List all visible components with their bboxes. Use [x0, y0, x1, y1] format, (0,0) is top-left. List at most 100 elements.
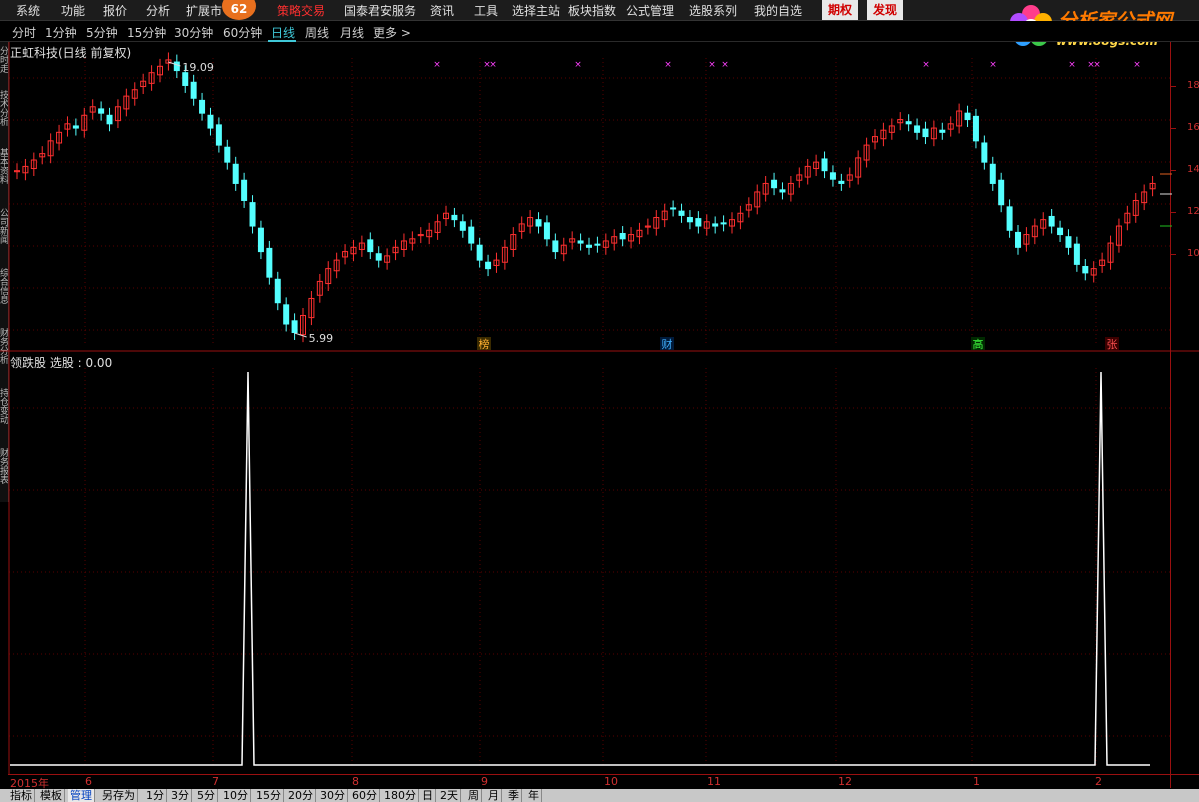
event-x-marker: ×	[1068, 60, 1076, 70]
candle-down	[249, 202, 256, 227]
signal-line	[10, 371, 1150, 766]
btn-180min[interactable]: 180分	[382, 789, 419, 802]
candle-down	[619, 232, 626, 240]
candle-down	[686, 217, 693, 223]
candle-down	[459, 221, 466, 231]
btn-2day[interactable]: 2天	[438, 789, 461, 802]
candle-down	[821, 158, 828, 172]
date-label-11: 11	[707, 775, 721, 788]
event-x-marker: ×	[433, 60, 441, 70]
event-x-marker: ×	[1093, 60, 1101, 70]
btn-60min[interactable]: 60分	[350, 789, 380, 802]
bottom-toolbar: 指标 模板 管理 另存为 1分 3分 5分 10分 15分 20分 30分 60…	[0, 789, 1199, 802]
candle-down	[207, 114, 214, 129]
candle-down	[476, 244, 483, 261]
candle-down	[1006, 206, 1013, 231]
candle-down	[257, 227, 264, 253]
candle-down	[972, 115, 979, 142]
candle-down	[266, 247, 273, 278]
candle-down	[451, 214, 458, 221]
event-x-marker: ×	[721, 60, 729, 70]
candle-down	[939, 129, 946, 133]
event-x-marker: ×	[664, 60, 672, 70]
candle-down	[922, 128, 929, 138]
candle-down	[771, 179, 778, 189]
btn-manage[interactable]: 管理	[68, 789, 95, 802]
event-x-marker: ×	[922, 60, 930, 70]
candle-down	[199, 99, 206, 114]
candle-down	[535, 219, 542, 227]
candle-down	[1048, 215, 1055, 227]
candle-down	[215, 124, 222, 146]
candle-down	[838, 180, 845, 184]
candle-down	[964, 112, 971, 121]
date-axis: 2015年 6 7 8 9 10 11 12 1 2	[8, 774, 1199, 790]
candle-down	[779, 189, 786, 193]
price-high-label: 19.09	[182, 61, 214, 74]
btn-10min[interactable]: 10分	[221, 789, 251, 802]
candle-down	[291, 320, 298, 334]
candle-down	[182, 72, 189, 86]
btn-15min[interactable]: 15分	[254, 789, 284, 802]
candle-down	[190, 81, 197, 99]
candle-down	[106, 114, 113, 125]
btn-month[interactable]: 月	[486, 789, 502, 802]
price-low-label: 5.99	[309, 332, 334, 345]
candle-down	[981, 142, 988, 163]
date-label-1: 1	[973, 775, 980, 788]
btn-year[interactable]: 年	[526, 789, 542, 802]
candle-down	[224, 146, 231, 163]
candle-down	[577, 240, 584, 244]
candle-down	[829, 172, 836, 180]
candle-down	[720, 222, 727, 225]
candle-down	[1057, 227, 1064, 236]
candle-down	[232, 163, 239, 184]
candle-down	[1065, 236, 1072, 248]
candle-down	[1082, 266, 1089, 274]
candle-down	[173, 61, 180, 72]
btn-indicator[interactable]: 指标	[8, 789, 35, 802]
btn-3min[interactable]: 3分	[169, 789, 192, 802]
btn-30min[interactable]: 30分	[318, 789, 348, 802]
date-label-7: 7	[212, 775, 219, 788]
candle-down	[552, 240, 559, 253]
candle-down	[485, 261, 492, 270]
event-x-marker: ×	[708, 60, 716, 70]
candle-down	[905, 121, 912, 125]
btn-1min[interactable]: 1分	[144, 789, 167, 802]
btn-20min[interactable]: 20分	[286, 789, 316, 802]
candle-down	[586, 244, 592, 248]
date-label-10: 10	[604, 775, 618, 788]
btn-save-as[interactable]: 另存为	[100, 789, 138, 802]
candle-down	[375, 253, 382, 261]
candle-down	[1015, 231, 1021, 248]
candle-down	[712, 223, 719, 227]
event-marker-3: 张	[1107, 338, 1118, 351]
event-x-marker: ×	[489, 60, 497, 70]
event-marker-2: 高	[973, 337, 984, 351]
event-x-marker: ×	[989, 60, 997, 70]
btn-day[interactable]: 日	[420, 789, 436, 802]
event-marker-0: 榜	[479, 337, 490, 351]
btn-5min[interactable]: 5分	[195, 789, 218, 802]
candle-down	[670, 207, 677, 210]
btn-quarter[interactable]: 季	[506, 789, 522, 802]
date-label-6: 6	[85, 775, 92, 788]
event-x-marker: ×	[574, 60, 582, 70]
candle-down	[1073, 243, 1080, 265]
event-marker-1: 财	[662, 337, 673, 351]
btn-template[interactable]: 模板	[38, 789, 65, 802]
candle-down	[98, 108, 105, 114]
candle-down	[543, 222, 550, 240]
candle-down	[283, 304, 290, 325]
candle-down	[594, 243, 601, 246]
event-x-marker: ×	[1133, 60, 1141, 70]
candle-down	[998, 179, 1005, 206]
kline-chart: 19.095.99× ×× × × × × × × × ×× ×榜财高张	[0, 42, 1199, 774]
candle-down	[367, 239, 374, 253]
candle-down	[914, 125, 921, 133]
btn-week[interactable]: 周	[466, 789, 482, 802]
date-label-12: 12	[838, 775, 852, 788]
date-label-2: 2	[1095, 775, 1102, 788]
candle-down	[241, 179, 248, 201]
